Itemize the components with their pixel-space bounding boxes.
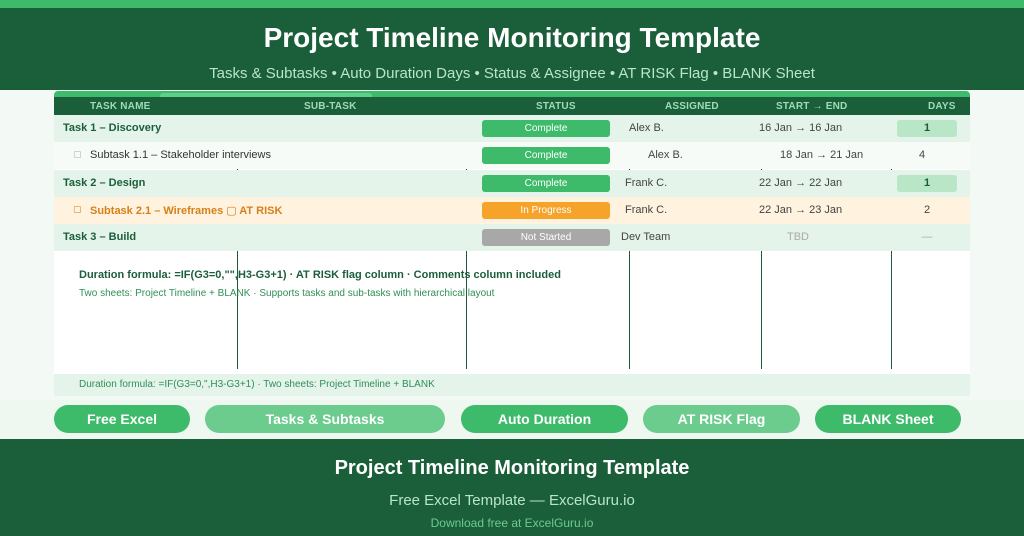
download-link[interactable]: Download free at ExcelGuru.io	[0, 516, 1024, 530]
table-row[interactable]: Task 2 – Design Complete Frank C. 22 Jan…	[54, 170, 970, 197]
col-header-status: STATUS	[536, 101, 576, 112]
free-excel-button[interactable]: Free Excel	[54, 405, 190, 433]
status-badge: Not Started	[482, 229, 610, 246]
date-range: 22 Jan → 22 Jan	[759, 177, 843, 189]
duration-days: 4	[918, 149, 926, 161]
assignee: Frank C.	[625, 204, 668, 216]
duration-days: —	[921, 231, 933, 243]
table-row[interactable]: ▢ Subtask 1.1 – Stakeholder interviews C…	[54, 142, 970, 169]
col-header-days: DAYS	[928, 101, 956, 112]
table-row[interactable]: Task 1 – Discovery Complete Alex B. 16 J…	[54, 115, 970, 142]
status-badge: Complete	[482, 120, 610, 137]
duration-days: 1	[897, 175, 957, 192]
tasks-subtasks-button[interactable]: Tasks & Subtasks	[205, 405, 445, 433]
footer-subtitle: Free Excel Template — ExcelGuru.io	[389, 492, 635, 509]
page-subtitle: Tasks & Subtasks • Auto Duration Days • …	[209, 65, 815, 82]
col-header-start-end: START → END	[776, 101, 848, 112]
page-title: Project Timeline Monitoring Template	[263, 22, 761, 53]
auto-duration-button[interactable]: Auto Duration	[461, 405, 628, 433]
sheets-note: Two sheets: Project Timeline + BLANK · S…	[79, 288, 495, 299]
task-name: Task 2 – Design	[63, 177, 146, 189]
assignee: Frank C.	[625, 177, 668, 189]
task-name: Task 3 – Build	[63, 231, 137, 243]
subtask-name: Subtask 2.1 – Wireframes ▢ AT RISK	[90, 205, 283, 217]
status-badge: Complete	[482, 147, 610, 164]
duration-days: 1	[897, 120, 957, 137]
status-badge: Complete	[482, 175, 610, 192]
table-row-at-risk[interactable]: ▢ Subtask 2.1 – Wireframes ▢ AT RISK In …	[54, 197, 970, 224]
duration-days: 2	[923, 204, 931, 216]
assignee: Dev Team	[621, 231, 671, 243]
task-name: Task 1 – Discovery	[63, 122, 162, 134]
page-footer: Project Timeline Monitoring Template Fre…	[0, 439, 1024, 536]
subtask-bullet-icon: ▢	[73, 204, 82, 214]
formula-footer-text: Duration formula: =IF(G3=0,",H3-G3+1) · …	[79, 379, 435, 390]
spreadsheet-preview: TASK NAME SUB-TASK STATUS ASSIGNED START…	[54, 91, 970, 396]
date-range: TBD	[787, 231, 809, 243]
column-header-row: TASK NAME SUB-TASK STATUS ASSIGNED START…	[54, 97, 970, 115]
top-accent-stripe	[0, 0, 1024, 8]
blank-sheet-button[interactable]: BLANK Sheet	[815, 405, 961, 433]
formula-note: Duration formula: =IF(G3=0,"",H3-G3+1) ·…	[79, 269, 561, 281]
assignee: Alex B.	[629, 122, 664, 134]
date-range: 16 Jan → 16 Jan	[759, 122, 843, 134]
subtask-bullet-icon: ▢	[73, 149, 82, 159]
at-risk-flag-button[interactable]: AT RISK Flag	[643, 405, 800, 433]
table-row[interactable]: Task 3 – Build Not Started Dev Team TBD …	[54, 224, 970, 251]
status-badge: In Progress	[482, 202, 610, 219]
page-header: Project Timeline Monitoring Template Tas…	[0, 8, 1024, 90]
col-header-task-name: TASK NAME	[90, 101, 151, 112]
date-range: 18 Jan → 21 Jan	[780, 149, 864, 161]
footer-title: Project Timeline Monitoring Template	[334, 457, 690, 479]
subtask-name: Subtask 1.1 – Stakeholder interviews	[90, 149, 271, 161]
assignee: Alex B.	[648, 149, 683, 161]
col-header-sub-task: SUB-TASK	[304, 101, 357, 112]
col-header-assigned: ASSIGNED	[665, 101, 719, 112]
formula-footer-note: Duration formula: =IF(G3=0,",H3-G3+1) · …	[54, 374, 970, 396]
date-range: 22 Jan → 23 Jan	[759, 204, 843, 216]
